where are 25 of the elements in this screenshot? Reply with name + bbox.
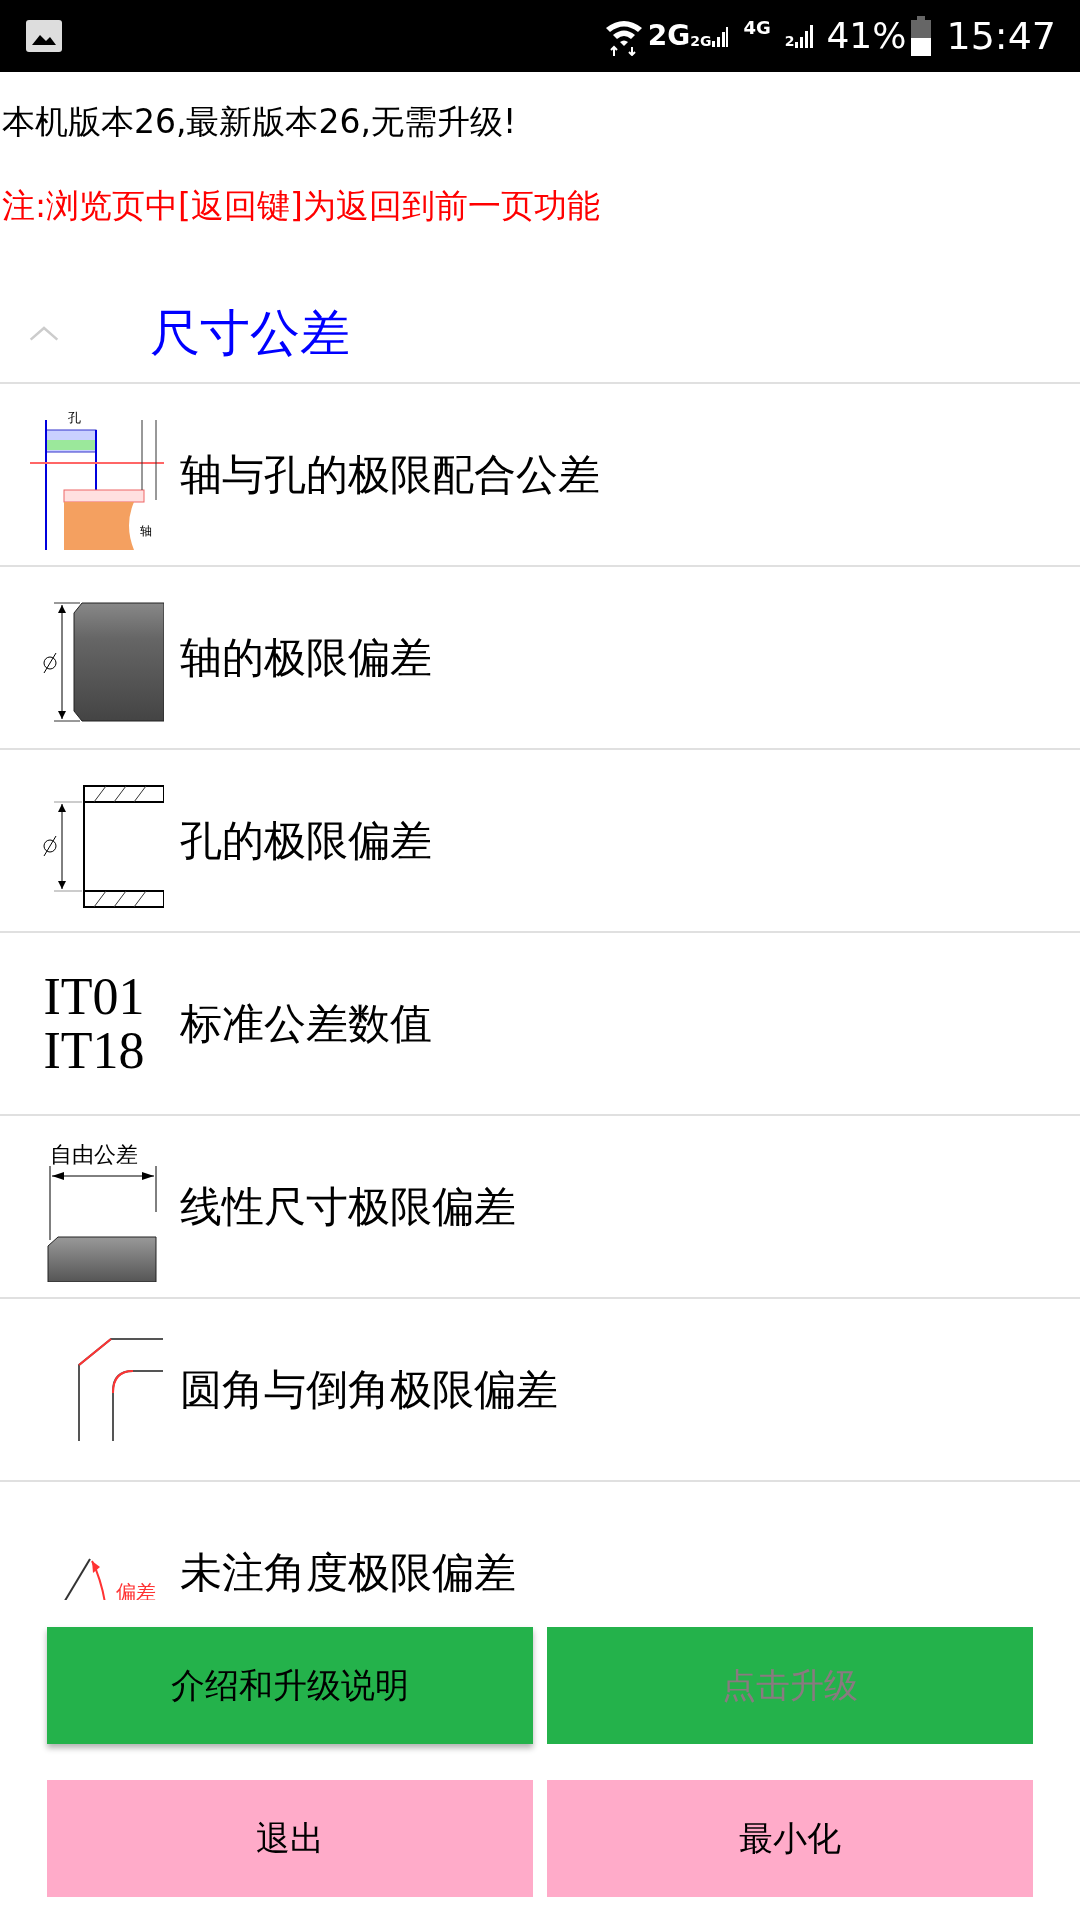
list-item-label[interactable]: 未注角度极限偏差 — [180, 1541, 516, 1602]
section-title: 尺寸公差 — [150, 302, 350, 364]
list-item-label[interactable]: 圆角与倒角极限偏差 — [180, 1358, 558, 1421]
network-type-label: 2G — [690, 32, 712, 51]
clock: 15:47 — [946, 12, 1056, 60]
note-text: 注:浏览页中[返回键]为返回到前一页功能 — [2, 185, 601, 227]
list-item-label[interactable]: 轴的极限偏差 — [180, 626, 432, 689]
network-type-label: 4G — [743, 16, 771, 40]
list-item-label[interactable]: 孔的极限偏差 — [180, 809, 432, 872]
list-item-label[interactable]: 轴与孔的极限配合公差 — [180, 443, 600, 506]
network-type-label: 2 — [784, 32, 795, 51]
action-button[interactable]: 介绍和升级说明 — [47, 1627, 533, 1744]
version-text: 本机版本26,最新版本26,无需升级! — [2, 101, 518, 143]
grade-label: IT18 — [43, 1023, 145, 1078]
grade-label: IT01 — [43, 969, 145, 1024]
action-button[interactable]: 退出 — [47, 1779, 533, 1897]
battery-icon — [910, 16, 933, 56]
list-item-label[interactable]: 线性尺寸极限偏差 — [180, 1175, 516, 1238]
list-item-label[interactable]: 标准公差数值 — [180, 992, 432, 1055]
network-type-label: 2G — [647, 18, 691, 54]
action-button[interactable]: 最小化 — [547, 1779, 1033, 1897]
diagram-label: 自由公差 — [50, 1141, 138, 1167]
diagram-label: 孔 — [68, 409, 81, 425]
battery-percent: 41% — [826, 14, 907, 58]
diagram-label: 轴 — [140, 523, 152, 538]
